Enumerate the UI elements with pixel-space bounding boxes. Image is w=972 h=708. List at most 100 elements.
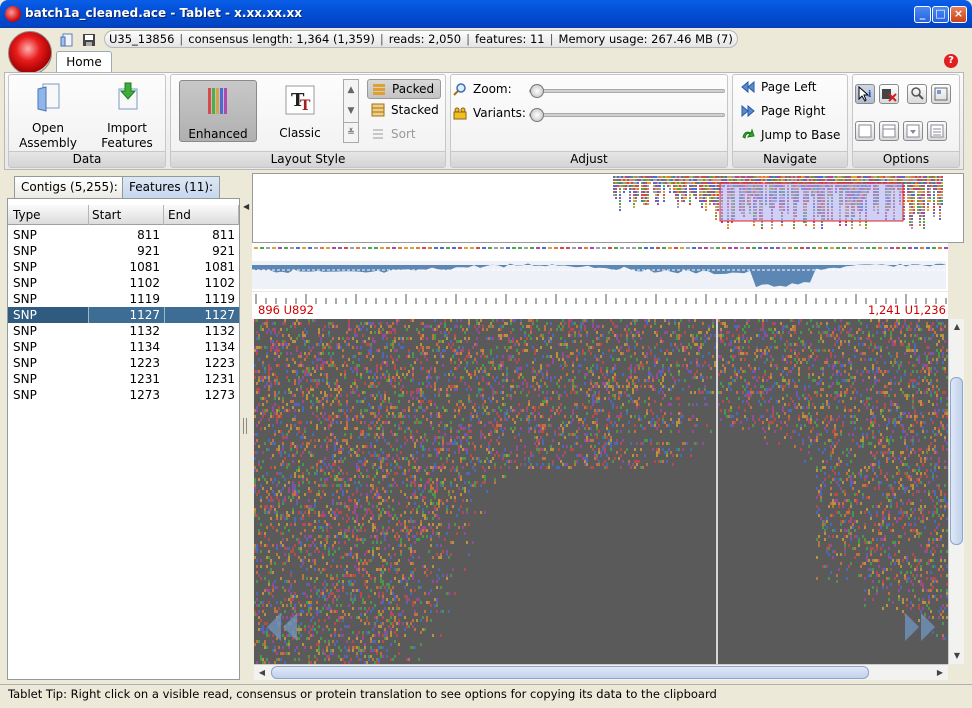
variants-label: Variants: — [473, 106, 526, 120]
panel-option-1[interactable] — [855, 121, 875, 141]
save-quick-icon[interactable] — [82, 33, 96, 47]
import-features-button[interactable]: Import Features — [91, 81, 163, 151]
panel-option-2[interactable] — [879, 121, 899, 141]
minimize-button[interactable]: _ — [914, 6, 931, 23]
scroll-up-icon[interactable]: ▲ — [949, 319, 965, 335]
gallery-expand-icon[interactable]: ≚ — [344, 122, 358, 142]
cell-start: 1119 — [129, 292, 160, 306]
sort-icon — [373, 129, 383, 139]
header-type[interactable]: Type — [13, 205, 89, 225]
application-orb-button[interactable] — [8, 31, 52, 75]
info-pointer-option[interactable]: i — [855, 84, 875, 104]
layout-gallery-scroll[interactable]: ▲ ▼ ≚ — [343, 79, 359, 143]
panel-option-4[interactable] — [927, 121, 947, 141]
table-row[interactable]: SNP 1231 1231 — [8, 371, 239, 387]
horizontal-scrollbar[interactable]: ◀ ▶ — [254, 664, 948, 680]
reads-canvas[interactable] — [254, 319, 948, 664]
ruler-ticks-graphic — [255, 294, 947, 304]
overview-option[interactable] — [931, 84, 951, 104]
find-option[interactable] — [907, 84, 927, 104]
page-left-button[interactable]: Page Left — [741, 80, 816, 94]
tab-contigs[interactable]: Contigs (5,255): — [14, 176, 125, 198]
cell-type: SNP — [13, 244, 37, 258]
table-row[interactable]: SNP 1081 1081 — [8, 259, 239, 275]
cell-end: 1127 — [164, 307, 239, 323]
table-row[interactable]: SNP 1134 1134 — [8, 339, 239, 355]
cell-end: 921 — [212, 244, 235, 258]
table-row[interactable]: SNP 1127 1127 — [8, 307, 239, 323]
table-row[interactable]: SNP 811 811 — [8, 227, 239, 243]
jump-to-base-button[interactable]: Jump to Base — [741, 128, 840, 142]
cell-start: 811 — [137, 228, 160, 242]
cell-type: SNP — [13, 324, 37, 338]
cell-type: SNP — [13, 260, 37, 274]
layout-style-group: Enhanced TT Classic ▲ ▼ ≚ Packed Stacked… — [170, 74, 446, 168]
zoom-slider-knob[interactable] — [530, 84, 544, 98]
close-button[interactable]: × — [950, 6, 967, 23]
page-left-overlay-icon[interactable] — [264, 609, 300, 645]
variants-slider-knob[interactable] — [530, 108, 544, 122]
enhanced-button[interactable]: Enhanced — [179, 80, 257, 142]
stacked-button[interactable]: Stacked — [371, 103, 439, 117]
navigate-group: Page Left Page Right Jump to Base Naviga… — [732, 74, 848, 168]
table-row[interactable]: SNP 1102 1102 — [8, 275, 239, 291]
gallery-up-icon[interactable]: ▲ — [344, 80, 358, 101]
vertical-scrollbar[interactable]: ▲ ▼ — [948, 319, 964, 664]
navigate-group-title: Navigate — [733, 151, 847, 167]
table-row[interactable]: SNP 1132 1132 — [8, 323, 239, 339]
scroll-left-icon[interactable]: ◀ — [254, 665, 270, 681]
gallery-down-icon[interactable]: ▼ — [344, 101, 358, 122]
memory-usage: Memory usage: 267.46 MB (7) — [558, 32, 733, 46]
hide-overlay-option[interactable] — [879, 84, 899, 104]
variants-row: Variants: — [453, 106, 526, 120]
table-row[interactable]: SNP 1119 1119 — [8, 291, 239, 307]
consensus-length: consensus length: 1,364 (1,359) — [188, 32, 375, 46]
maximize-button[interactable]: □ — [932, 6, 949, 23]
page-right-button[interactable]: Page Right — [741, 104, 825, 118]
vertical-scroll-thumb[interactable] — [950, 377, 963, 545]
open-quick-icon[interactable] — [60, 33, 74, 47]
open-assembly-button[interactable]: Open Assembly — [13, 81, 83, 151]
scroll-right-icon[interactable]: ▶ — [932, 665, 948, 681]
import-label-line2: Features — [101, 136, 153, 150]
open-label-line2: Assembly — [19, 136, 77, 150]
tablet-app-icon[interactable] — [5, 6, 21, 22]
overview-viewport-box[interactable] — [719, 182, 904, 222]
classic-button[interactable]: TT Classic — [263, 84, 337, 141]
cell-end: 1132 — [204, 324, 235, 338]
list-panel-icon — [930, 124, 944, 138]
features-count: features: 11 — [474, 32, 545, 46]
tab-home[interactable]: Home — [56, 51, 112, 73]
zoom-slider[interactable] — [529, 84, 725, 98]
horizontal-scroll-thumb[interactable] — [271, 666, 869, 679]
coverage-graphic — [252, 247, 948, 289]
table-row[interactable]: SNP 1223 1223 — [8, 355, 239, 371]
header-end[interactable]: End — [164, 205, 239, 225]
table-row[interactable]: SNP 1273 1273 — [8, 387, 239, 403]
sort-button[interactable]: Sort — [371, 127, 416, 141]
packed-button[interactable]: Packed — [367, 79, 441, 99]
scroll-down-icon[interactable]: ▼ — [949, 648, 965, 664]
assembly-status-bar: U35_13856 | consensus length: 1,364 (1,35… — [104, 30, 738, 48]
panel-option-3[interactable] — [903, 121, 923, 141]
help-icon[interactable]: ? — [944, 54, 958, 68]
options-group: i Options — [852, 74, 960, 168]
tab-features[interactable]: Features (11): — [122, 176, 221, 198]
overview-canvas[interactable] — [252, 173, 964, 243]
svg-text:i: i — [868, 90, 872, 100]
page-right-overlay-icon[interactable] — [902, 609, 938, 645]
table-row[interactable]: SNP 921 921 — [8, 243, 239, 259]
splitter-grip-icon[interactable] — [243, 418, 247, 434]
jump-to-base-icon — [742, 128, 755, 139]
collapse-panel-icon[interactable]: ◀ — [243, 202, 249, 211]
cell-start: 1081 — [129, 260, 160, 274]
cell-end: 1081 — [204, 260, 235, 274]
cell-start: 1231 — [129, 372, 160, 386]
cell-end: 1273 — [204, 388, 235, 402]
header-start[interactable]: Start — [88, 205, 164, 225]
variants-slider[interactable] — [529, 108, 725, 122]
table-header: Type Start End — [8, 205, 239, 225]
cell-start: 921 — [137, 244, 160, 258]
data-group-title: Data — [9, 151, 165, 167]
zoom-row: Zoom: — [453, 82, 512, 96]
